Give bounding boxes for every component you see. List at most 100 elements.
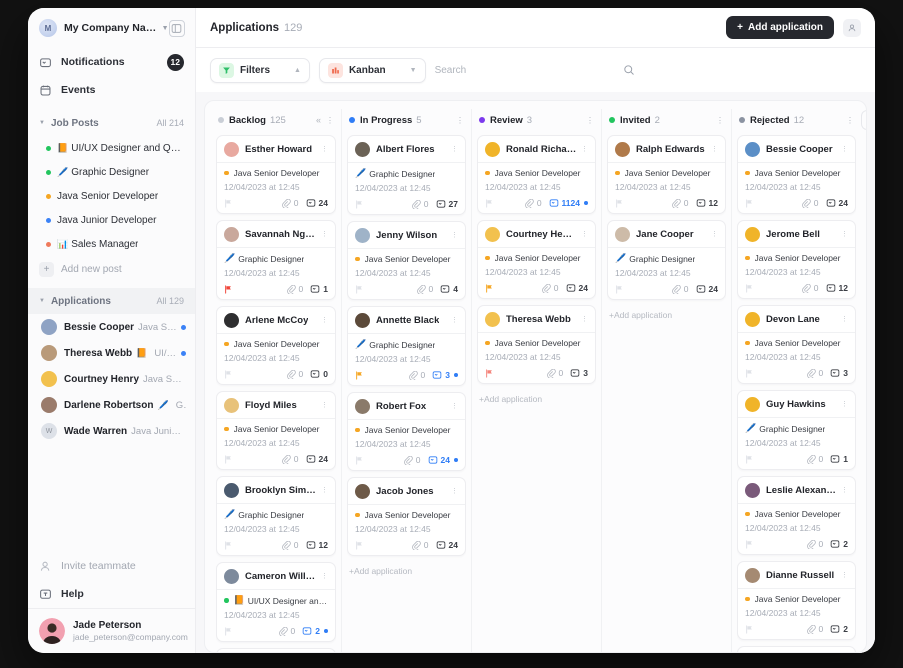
collapse-column-icon[interactable]: « xyxy=(316,115,321,125)
card-menu-icon[interactable]: ⋮ xyxy=(837,401,848,408)
card-menu-icon[interactable]: ⋮ xyxy=(317,146,328,153)
card-menu-icon[interactable]: ⋮ xyxy=(447,403,458,410)
search-box[interactable] xyxy=(434,58,635,83)
add-column-button[interactable]: + xyxy=(861,110,866,130)
add-application-link[interactable]: +Add application xyxy=(607,306,726,324)
application-card[interactable]: Ronald Richards ⋮ Java Senior Developer 12/… xyxy=(477,135,596,214)
card-menu-icon[interactable]: ⋮ xyxy=(707,231,718,238)
application-card[interactable]: Devon Lane ⋮ Java Senior Developer 12/04/20… xyxy=(737,305,856,384)
column-menu-icon[interactable]: ⋮ xyxy=(326,116,334,124)
card-menu-icon[interactable]: ⋮ xyxy=(317,317,328,324)
application-list-item[interactable]: Darlene Robertson🖊️ Graph... xyxy=(28,392,195,418)
card-menu-icon[interactable]: ⋮ xyxy=(577,231,588,238)
flag-icon[interactable] xyxy=(745,198,754,208)
column-menu-icon[interactable]: ⋮ xyxy=(586,116,594,124)
add-application-link[interactable]: +Add application xyxy=(477,390,596,408)
application-card[interactable]: Jerome Bell ⋮ Java Senior Developer 12/04/2… xyxy=(737,220,856,299)
sidebar-item-events[interactable]: Events xyxy=(28,76,195,104)
application-card[interactable]: Theresa Webb ⋮ Java Senior Developer 12/04/… xyxy=(477,305,596,384)
application-list-item[interactable]: Theresa Webb📙 UI/UX De... xyxy=(28,340,195,366)
job-post-item[interactable]: 📊 Sales Manager xyxy=(28,232,195,256)
application-card[interactable]: Jane Cooper ⋮ 🖊️ Graphic Designer 12/04/2023… xyxy=(607,220,726,300)
application-card[interactable]: Esther Howard ⋮ Java Senior Developer 12/04… xyxy=(216,135,336,214)
application-card[interactable]: Jacob Jones ⋮ Java Senior Developer 12/04/2… xyxy=(347,477,466,556)
card-menu-icon[interactable]: ⋮ xyxy=(577,316,588,323)
flag-icon[interactable] xyxy=(224,626,233,636)
sidebar-item-notifications[interactable]: Notifications 12 xyxy=(28,48,195,76)
account-icon-button[interactable] xyxy=(843,18,861,37)
card-menu-icon[interactable]: ⋮ xyxy=(317,573,328,580)
application-card[interactable]: Albert Flores ⋮ 🖊️ Graphic Designer 12/04/20… xyxy=(347,135,466,215)
search-input[interactable] xyxy=(434,64,617,76)
application-card[interactable]: Leslie Alexander ⋮ Java Senior Developer 12… xyxy=(737,476,856,555)
flag-icon[interactable] xyxy=(745,283,754,293)
flag-icon[interactable] xyxy=(355,370,364,380)
flag-icon[interactable] xyxy=(355,540,364,550)
flag-icon[interactable] xyxy=(745,624,754,634)
card-menu-icon[interactable]: ⋮ xyxy=(317,231,328,238)
application-card[interactable]: Esther Howard⋮ xyxy=(737,646,856,652)
add-application-link[interactable]: +Add application xyxy=(347,562,466,580)
application-card[interactable]: Courtney Henry ⋮ Java Senior Developer 12/0… xyxy=(477,220,596,299)
section-applications[interactable]: ▼ Applications All 129 xyxy=(28,288,195,314)
help-button[interactable]: Help xyxy=(28,580,195,608)
application-card[interactable]: Ralph Edwards ⋮ Java Senior Developer 12/04… xyxy=(607,135,726,214)
flag-icon[interactable] xyxy=(745,368,754,378)
flag-icon[interactable] xyxy=(355,284,364,294)
card-menu-icon[interactable]: ⋮ xyxy=(447,232,458,239)
application-list-item[interactable]: Courtney HenryJava Senior... xyxy=(28,366,195,392)
card-menu-icon[interactable]: ⋮ xyxy=(707,146,718,153)
flag-icon[interactable] xyxy=(224,198,233,208)
card-menu-icon[interactable]: ⋮ xyxy=(317,487,328,494)
application-card[interactable]: Arlene McCoy ⋮ Java Senior Developer 12/04/… xyxy=(216,306,336,385)
job-post-item[interactable]: 🖊️ Graphic Designer xyxy=(28,160,195,184)
card-menu-icon[interactable]: ⋮ xyxy=(447,488,458,495)
application-list-item[interactable]: W Wade WarrenJava Junior D... xyxy=(28,418,195,444)
application-card[interactable]: Cameron Williamson⋮ 📙UI/UX Designer and Q… xyxy=(216,562,336,642)
sidebar-collapse-button[interactable] xyxy=(168,19,185,37)
application-card[interactable]: Brooklyn Simmons⋮ 🖊️Graphic Designer 12/04… xyxy=(216,476,336,556)
flag-icon[interactable] xyxy=(745,454,754,464)
flag-icon[interactable] xyxy=(745,539,754,549)
application-card[interactable]: Bessie Cooper ⋮ Java Senior Developer 12/04… xyxy=(737,135,856,214)
add-application-button[interactable]: + Add application xyxy=(726,16,834,39)
card-menu-icon[interactable]: ⋮ xyxy=(837,572,848,579)
flag-icon[interactable] xyxy=(615,284,624,294)
card-menu-icon[interactable]: ⋮ xyxy=(837,231,848,238)
card-menu-icon[interactable]: ⋮ xyxy=(577,146,588,153)
section-job-posts[interactable]: ▼ Job Posts All 214 xyxy=(28,110,195,136)
application-card[interactable]: Jenny Wilson ⋮ Java Senior Developer 12/04/… xyxy=(347,221,466,300)
application-card[interactable]: Savannah Nguyen⋮ 🖊️Graphic Designer 12/04/… xyxy=(216,220,336,300)
application-card[interactable]: Robert Fox ⋮ Java Senior Developer 12/04/20… xyxy=(347,392,466,471)
flag-icon[interactable] xyxy=(615,198,624,208)
application-card[interactable]: Dianne Russell ⋮ Java Senior Developer 12/0… xyxy=(737,561,856,640)
flag-icon[interactable] xyxy=(355,455,364,465)
flag-icon[interactable] xyxy=(224,540,233,550)
card-menu-icon[interactable]: ⋮ xyxy=(837,487,848,494)
flag-icon[interactable] xyxy=(355,199,364,209)
flag-icon[interactable] xyxy=(485,283,494,293)
flag-icon[interactable] xyxy=(224,369,233,379)
flag-icon[interactable] xyxy=(224,454,233,464)
invite-teammate-button[interactable]: Invite teammate xyxy=(28,552,195,580)
job-post-item[interactable]: Java Junior Developer xyxy=(28,208,195,232)
flag-icon[interactable] xyxy=(485,198,494,208)
column-menu-icon[interactable]: ⋮ xyxy=(716,116,724,124)
column-menu-icon[interactable]: ⋮ xyxy=(846,116,854,124)
flag-icon[interactable] xyxy=(224,284,233,294)
card-menu-icon[interactable]: ⋮ xyxy=(447,146,458,153)
company-switcher[interactable]: M My Company Name ▼ xyxy=(28,8,195,48)
application-card[interactable]: Annette Black ⋮ 🖊️ Graphic Designer 12/04/20… xyxy=(347,306,466,386)
column-menu-icon[interactable]: ⋮ xyxy=(456,116,464,124)
card-menu-icon[interactable]: ⋮ xyxy=(837,316,848,323)
filters-button[interactable]: Filters ▲ xyxy=(210,57,310,83)
application-list-item[interactable]: Bessie CooperJava Senior... xyxy=(28,314,195,340)
card-menu-icon[interactable]: ⋮ xyxy=(447,317,458,324)
application-card[interactable]: Esther Howard⋮ xyxy=(216,648,336,652)
application-card[interactable]: Guy Hawkins ⋮ 🖊️ Graphic Designer 12/04/2023… xyxy=(737,390,856,470)
job-post-item[interactable]: Java Senior Developer xyxy=(28,184,195,208)
flag-icon[interactable] xyxy=(485,368,494,378)
user-profile[interactable]: Jade Peterson jade_peterson@company.com xyxy=(28,608,195,653)
view-selector[interactable]: Kanban ▼ xyxy=(318,57,426,83)
application-card[interactable]: Floyd Miles ⋮ Java Senior Developer 12/04/2… xyxy=(216,391,336,470)
